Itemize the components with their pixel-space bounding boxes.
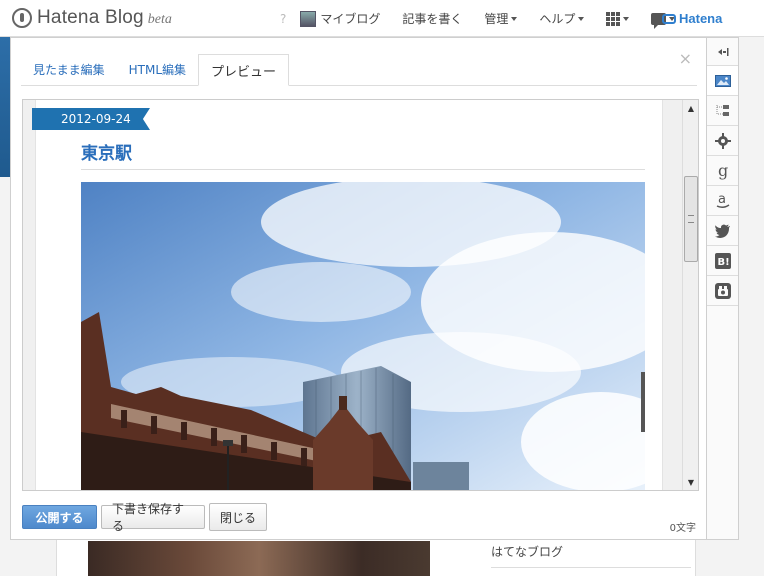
collapse-icon xyxy=(717,47,728,56)
photo-icon xyxy=(714,74,731,87)
divider xyxy=(491,567,691,568)
photo-tool-button[interactable] xyxy=(707,66,738,96)
my-blog-icon xyxy=(300,10,317,27)
post-photo xyxy=(81,182,645,490)
my-blog-link[interactable]: マイブログ xyxy=(300,10,380,27)
post-title[interactable]: 東京駅 xyxy=(81,139,132,164)
write-post-label: 記事を書く xyxy=(402,12,463,26)
hatena-bookmark-tool-button[interactable]: B! xyxy=(707,246,738,276)
settings-tool-button[interactable] xyxy=(707,126,738,156)
logo-text: Hatena Blog xyxy=(37,7,144,28)
twitter-icon xyxy=(714,224,730,238)
editor-tool-sidebar: g a B! xyxy=(707,37,739,540)
chevron-down-icon xyxy=(623,16,630,21)
twitter-tool-button[interactable] xyxy=(707,216,738,246)
google-icon: g xyxy=(718,162,728,180)
preview-scrollbar[interactable]: ▲ ▼ xyxy=(682,100,698,490)
background-blog-header xyxy=(0,37,10,177)
hatena-bookmark-icon: B! xyxy=(714,252,731,269)
background-sidebar-link[interactable]: はてなブログ xyxy=(491,543,563,560)
preview-article: 2012-09-24 東京駅 xyxy=(32,100,663,490)
fotolife-icon xyxy=(714,282,731,299)
help-question-icon[interactable]: ? xyxy=(280,12,286,26)
tab-wysiwyg[interactable]: 見たまま編集 xyxy=(21,54,117,85)
editor-panel: × 見たまま編集 HTML編集 プレビュー 2012-09-24 東京駅 ▲ ▼… xyxy=(10,37,707,540)
hatena-blog-logo[interactable]: Hatena Blog beta xyxy=(12,7,172,29)
global-header: Hatena Blog beta ? マイブログ 記事を書く 管理 ヘルプ Ha… xyxy=(0,0,764,37)
apps-menu[interactable] xyxy=(606,11,630,26)
fotolife-tool-button[interactable] xyxy=(707,276,738,306)
background-blog-photo xyxy=(88,541,430,576)
scroll-down-arrow-icon[interactable]: ▼ xyxy=(683,474,698,490)
chevron-down-icon xyxy=(511,16,518,21)
divider xyxy=(81,169,645,170)
close-editor-button[interactable]: 閉じる xyxy=(209,503,267,531)
manage-menu[interactable]: 管理 xyxy=(484,10,518,27)
file-tree-icon xyxy=(716,104,729,116)
hatena-brand-icon xyxy=(662,13,676,24)
editor-actions: 公開する 下書き保存する 閉じる xyxy=(22,502,271,533)
scroll-thumb[interactable] xyxy=(684,176,698,262)
help-label: ヘルプ xyxy=(539,12,576,26)
file-tree-tool-button[interactable] xyxy=(707,96,738,126)
publish-button[interactable]: 公開する xyxy=(22,505,97,529)
editor-tabs: 見たまま編集 HTML編集 プレビュー xyxy=(21,54,697,86)
google-search-tool-button[interactable]: g xyxy=(707,156,738,186)
post-date-ribbon: 2012-09-24 xyxy=(32,108,150,130)
hatena-pen-icon xyxy=(12,8,32,28)
tab-preview[interactable]: プレビュー xyxy=(198,54,290,86)
manage-label: 管理 xyxy=(484,12,509,26)
save-draft-button[interactable]: 下書き保存する xyxy=(101,502,205,533)
character-count: 0文字 xyxy=(669,523,696,534)
my-blog-label: マイブログ xyxy=(320,12,381,26)
svg-text:a: a xyxy=(718,192,726,207)
help-menu[interactable]: ヘルプ xyxy=(539,10,585,27)
amazon-tool-button[interactable]: a xyxy=(707,186,738,216)
hatena-brand-label: Hatena xyxy=(679,11,723,26)
global-nav: ? マイブログ 記事を書く 管理 ヘルプ xyxy=(280,0,697,37)
chevron-down-icon xyxy=(578,16,585,21)
tokyo-station-photo xyxy=(81,182,645,490)
apps-grid-icon xyxy=(606,11,621,26)
svg-text:g: g xyxy=(718,162,728,180)
hatena-brand-link[interactable]: Hatena xyxy=(662,0,722,37)
amazon-icon: a xyxy=(716,192,729,208)
collapse-sidebar-button[interactable] xyxy=(707,38,738,66)
logo-beta-label: beta xyxy=(147,12,172,27)
scroll-up-arrow-icon[interactable]: ▲ xyxy=(683,100,698,116)
svg-text:B!: B! xyxy=(717,257,729,268)
preview-frame[interactable]: 2012-09-24 東京駅 ▲ ▼ xyxy=(22,99,699,491)
write-post-link[interactable]: 記事を書く xyxy=(402,10,462,27)
gear-icon xyxy=(714,132,731,149)
tab-html[interactable]: HTML編集 xyxy=(117,54,198,85)
